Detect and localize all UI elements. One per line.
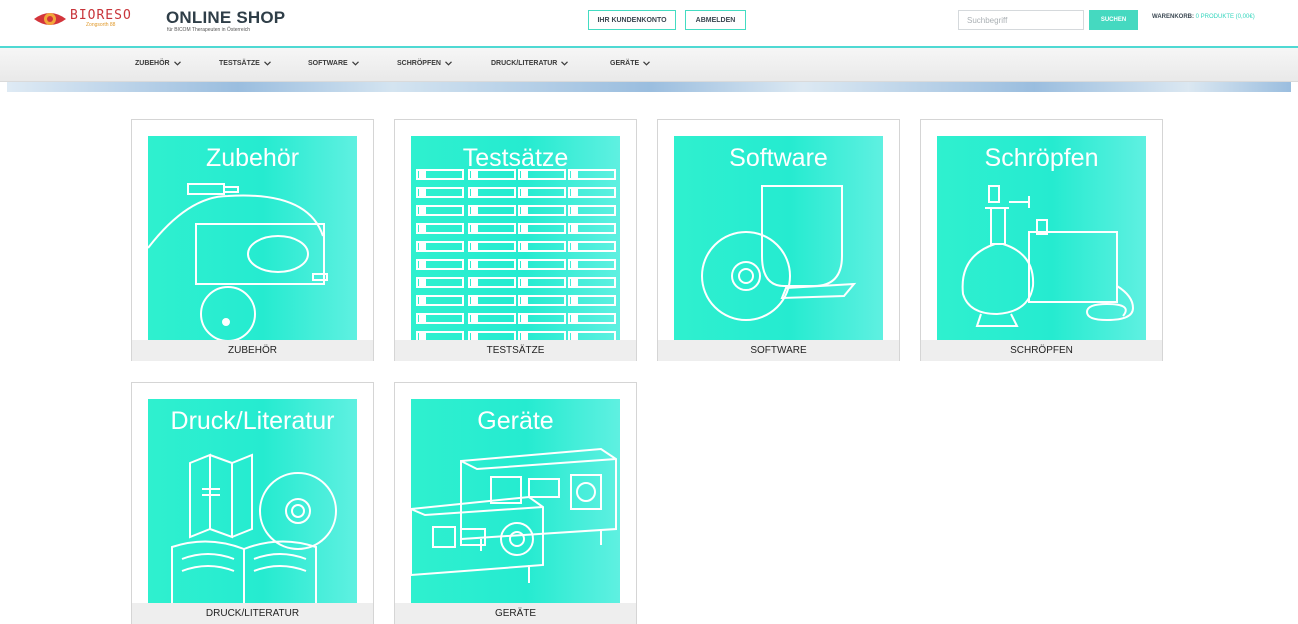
nav-item-label: ZUBEHÖR <box>135 60 170 67</box>
main-nav: ZUBEHÖR TESTSÄTZE SOFTWARE SCHRÖPFEN DRU… <box>0 48 1298 82</box>
category-image: Geräte <box>411 399 620 603</box>
category-image: Druck/Literatur <box>148 399 357 603</box>
category-card-geraete[interactable]: Geräte GERÄTE <box>394 382 637 624</box>
bioreso-logo[interactable]: BIORESO Zongsorth 88 <box>33 9 132 29</box>
test-vial-cap <box>471 279 478 286</box>
category-heading: Software <box>729 144 828 172</box>
test-vial-cap <box>471 243 478 250</box>
shop-subtitle: für BICOM Therapeuten in Österreich <box>167 27 250 33</box>
test-vial-cap <box>419 315 426 322</box>
test-vial-cap <box>521 279 528 286</box>
chevron-down-icon <box>643 61 651 66</box>
category-heading: Geräte <box>477 407 554 435</box>
test-vial-cap <box>471 297 478 304</box>
cart-link[interactable]: WARENKORB: 0 PRODUKTE (0,00€) <box>1152 14 1255 20</box>
decorative-banner-stripe <box>7 82 1291 92</box>
test-vial-cap <box>419 279 426 286</box>
nav-item-geraete[interactable]: GERÄTE <box>610 60 651 67</box>
category-caption: GERÄTE <box>395 603 636 624</box>
nav-item-schroepfen[interactable]: SCHRÖPFEN <box>397 60 452 67</box>
test-vial-cap <box>471 333 478 340</box>
test-vial-cap <box>571 243 578 250</box>
chevron-down-icon <box>445 61 452 66</box>
logo-subtitle: Zongsorth 88 <box>86 22 116 28</box>
test-vial-cap <box>571 189 578 196</box>
nav-item-software[interactable]: SOFTWARE <box>308 60 359 67</box>
category-caption: ZUBEHÖR <box>132 340 373 361</box>
category-image: Zubehör <box>148 136 357 340</box>
test-vial-cap <box>471 315 478 322</box>
test-vial-cap <box>521 225 528 232</box>
category-heading: Zubehör <box>205 144 300 172</box>
nav-item-testsaetze[interactable]: TESTSÄTZE <box>219 60 271 67</box>
chevron-down-icon <box>173 61 181 66</box>
category-caption: SOFTWARE <box>658 340 899 361</box>
chevron-down-icon <box>561 61 569 66</box>
nav-item-label: GERÄTE <box>610 60 640 67</box>
category-heading: Schröpfen <box>984 144 1099 172</box>
test-vial-cap <box>419 207 426 214</box>
test-vial-cap <box>419 225 426 232</box>
chevron-down-icon <box>263 61 271 66</box>
logout-button[interactable]: ABMELDEN <box>685 10 746 30</box>
test-vial-cap <box>571 333 578 340</box>
test-vial-cap <box>419 333 426 340</box>
category-image: Schröpfen <box>937 136 1146 340</box>
test-vial-cap <box>571 207 578 214</box>
test-vial-cap <box>521 333 528 340</box>
category-card-zubehoer[interactable]: Zubehör ZUBEHÖR <box>131 119 374 361</box>
test-vial-cap <box>571 261 578 268</box>
category-card-druck-literatur[interactable]: Druck/Literatur DRUCK/LITERATUR <box>131 382 374 624</box>
test-vial-cap <box>521 315 528 322</box>
search-input[interactable] <box>958 10 1084 30</box>
test-vial-cap <box>419 243 426 250</box>
test-vial-cap <box>471 261 478 268</box>
nav-item-label: SOFTWARE <box>308 60 348 67</box>
nav-item-label: DRUCK/LITERATUR <box>491 60 558 67</box>
category-card-testsaetze[interactable]: Testsätze TESTSÄTZE <box>394 119 637 361</box>
nav-item-zubehoer[interactable]: ZUBEHÖR <box>135 60 181 67</box>
cart-label: WARENKORB: <box>1152 14 1194 20</box>
test-vial-cap <box>521 297 528 304</box>
test-vial-cap <box>571 297 578 304</box>
test-vial-cap <box>521 207 528 214</box>
shop-title[interactable]: ONLINE SHOP für BICOM Therapeuten in Öst… <box>166 9 285 33</box>
logo-name: BIORESO <box>70 8 132 23</box>
test-vial-cap <box>571 279 578 286</box>
nav-item-label: SCHRÖPFEN <box>397 60 441 67</box>
category-card-software[interactable]: Software SOFTWARE <box>657 119 900 361</box>
category-caption: TESTSÄTZE <box>395 340 636 361</box>
test-vial-cap <box>419 297 426 304</box>
shop-title-text: ONLINE SHOP <box>166 8 286 27</box>
category-heading: Testsätze <box>462 144 569 172</box>
test-vial-cap <box>571 315 578 322</box>
category-caption: DRUCK/LITERATUR <box>132 603 373 624</box>
cart-value: 0 PRODUKTE (0,00€) <box>1195 14 1255 20</box>
test-vial-cap <box>419 189 426 196</box>
test-vial-cap <box>471 225 478 232</box>
test-vial-cap <box>571 225 578 232</box>
nav-item-druck-literatur[interactable]: DRUCK/LITERATUR <box>491 60 569 67</box>
test-vial-cap <box>471 189 478 196</box>
category-image: Testsätze <box>411 136 620 340</box>
eye-logo-icon <box>34 13 66 25</box>
category-caption: SCHRÖPFEN <box>921 340 1162 361</box>
test-vial-cap <box>521 261 528 268</box>
search-button[interactable]: SUCHEN <box>1089 10 1138 30</box>
category-image: Software <box>674 136 883 340</box>
nav-item-label: TESTSÄTZE <box>219 60 260 67</box>
test-vial-cap <box>521 189 528 196</box>
test-vial-cap <box>521 243 528 250</box>
test-vial-cap <box>419 261 426 268</box>
chevron-down-icon <box>351 61 359 66</box>
category-heading: Druck/Literatur <box>170 407 335 435</box>
test-vial-cap <box>471 207 478 214</box>
category-card-schroepfen[interactable]: Schröpfen SCHRÖPFEN <box>920 119 1163 361</box>
customer-account-button[interactable]: IHR KUNDENKONTO <box>588 10 676 30</box>
header: BIORESO Zongsorth 88 ONLINE SHOP für BIC… <box>0 0 1298 46</box>
